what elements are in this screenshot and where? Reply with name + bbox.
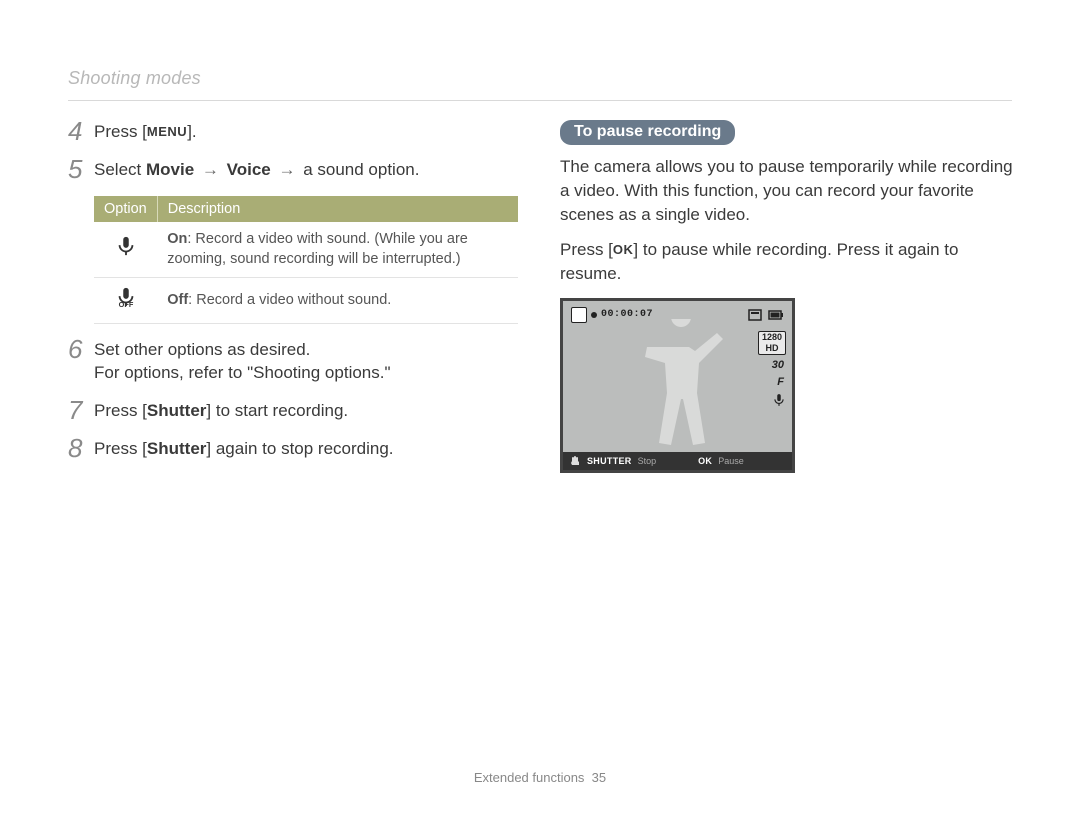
menu-key-label: MENU: [147, 123, 187, 141]
step-text: Select Movie → Voice → a sound option.: [94, 158, 419, 182]
step-number: 6: [68, 336, 94, 362]
step-number: 7: [68, 397, 94, 423]
header-rule: [68, 100, 1012, 101]
ok-key-label: OK: [613, 241, 634, 259]
arrow-right-icon: →: [199, 160, 222, 179]
section-callout: To pause recording: [560, 120, 735, 145]
breadcrumb: Shooting modes: [68, 68, 201, 89]
microphone-icon: [772, 393, 786, 412]
right-column: To pause recording The camera allows you…: [560, 120, 1015, 473]
ok-key-label: OK: [698, 456, 712, 466]
microphone-off-icon: OFF: [115, 286, 137, 308]
resolution-badge: 1280 HD: [758, 331, 786, 355]
shutter-action-label: Stop: [638, 456, 657, 466]
step-number: 8: [68, 435, 94, 461]
paragraph: The camera allows you to pause temporari…: [560, 155, 1015, 226]
lcd-bottombar: SHUTTER Stop OK Pause: [563, 452, 792, 470]
subject-silhouette: [633, 319, 728, 459]
options-table: Option Description On: Record a video wi…: [94, 196, 518, 324]
cell-description: On: Record a video with sound. (While yo…: [157, 222, 518, 278]
lcd-right-indicators: 1280 HD 30 F: [758, 331, 786, 412]
ok-action-label: Pause: [718, 456, 744, 466]
arrow-right-icon: →: [275, 160, 298, 179]
step-text: Set other options as desired. For option…: [94, 338, 391, 386]
col-header-description: Description: [157, 196, 518, 222]
camera-lcd-preview: 00:00:07 1280 HD 30 F: [560, 298, 795, 473]
hand-icon: [569, 455, 581, 467]
col-header-option: Option: [94, 196, 157, 222]
step-6: 6 Set other options as desired. For opti…: [68, 338, 518, 386]
page-footer: Extended functions 35: [0, 770, 1080, 785]
table-row: OFF Off: Record a video without sound.: [94, 278, 518, 324]
battery-icon: [768, 309, 784, 321]
step-number: 5: [68, 156, 94, 182]
sd-card-icon: [748, 309, 764, 321]
step-number: 4: [68, 118, 94, 144]
paragraph: Press [OK] to pause while recording. Pre…: [560, 238, 1015, 286]
f-icon: F: [775, 376, 786, 389]
step-8: 8 Press [Shutter] again to stop recordin…: [68, 437, 518, 461]
left-column: 4 Press [MENU]. 5 Select Movie → Voice →…: [68, 120, 518, 475]
step-text: Press [Shutter] to start recording.: [94, 399, 348, 423]
fps-badge: 30: [770, 359, 786, 372]
table-row: On: Record a video with sound. (While yo…: [94, 222, 518, 278]
step-text: Press [Shutter] again to stop recording.: [94, 437, 394, 461]
step-text: Press [MENU].: [94, 120, 197, 144]
step-7: 7 Press [Shutter] to start recording.: [68, 399, 518, 423]
camera-mode-icon: [571, 307, 587, 323]
cell-description: Off: Record a video without sound.: [157, 278, 518, 324]
microphone-on-icon: [115, 235, 137, 257]
svg-text:OFF: OFF: [118, 300, 133, 308]
shutter-key-label: SHUTTER: [587, 456, 632, 466]
step-4: 4 Press [MENU].: [68, 120, 518, 144]
record-dot-icon: [591, 312, 597, 318]
step-5: 5 Select Movie → Voice → a sound option.: [68, 158, 518, 182]
